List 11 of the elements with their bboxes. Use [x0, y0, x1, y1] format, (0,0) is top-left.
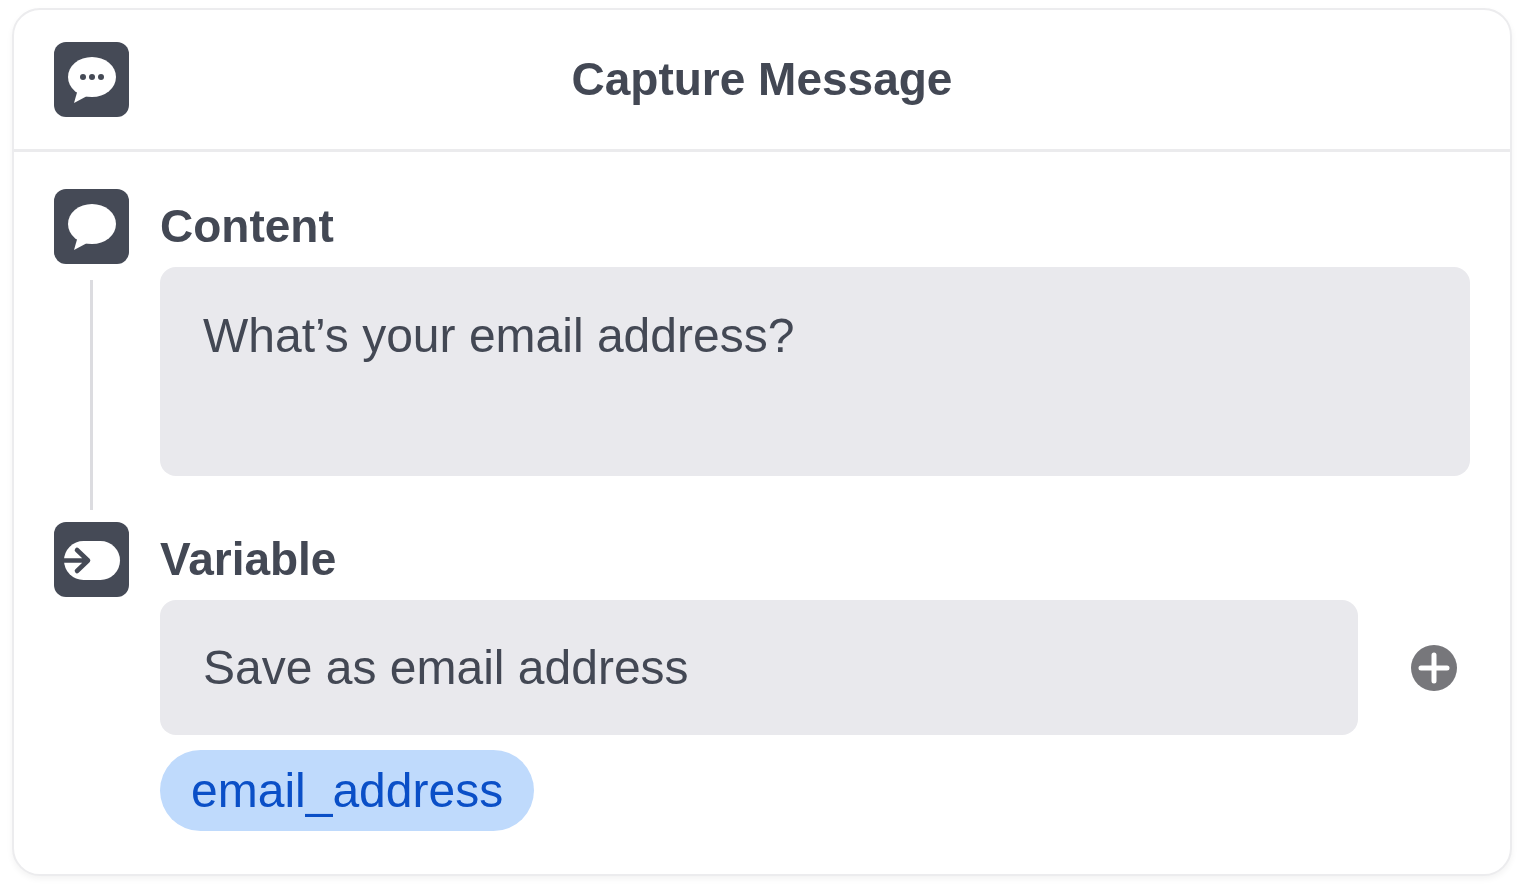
speech-bubble-icon — [54, 189, 129, 264]
arrow-into-pill-icon — [54, 522, 129, 597]
plus-circle-icon — [1411, 644, 1457, 691]
variable-tag: email_address — [160, 750, 535, 831]
section-label: Content — [160, 198, 334, 254]
section-label: Variable — [160, 531, 337, 587]
variable-name-field[interactable]: Save as email address — [160, 600, 1358, 735]
message-field[interactable]: What’s your email address? — [160, 267, 1470, 476]
card-title: Capture Message — [571, 51, 953, 107]
add-button[interactable] — [1411, 644, 1457, 691]
chat-bubble-dots-icon — [54, 42, 129, 117]
